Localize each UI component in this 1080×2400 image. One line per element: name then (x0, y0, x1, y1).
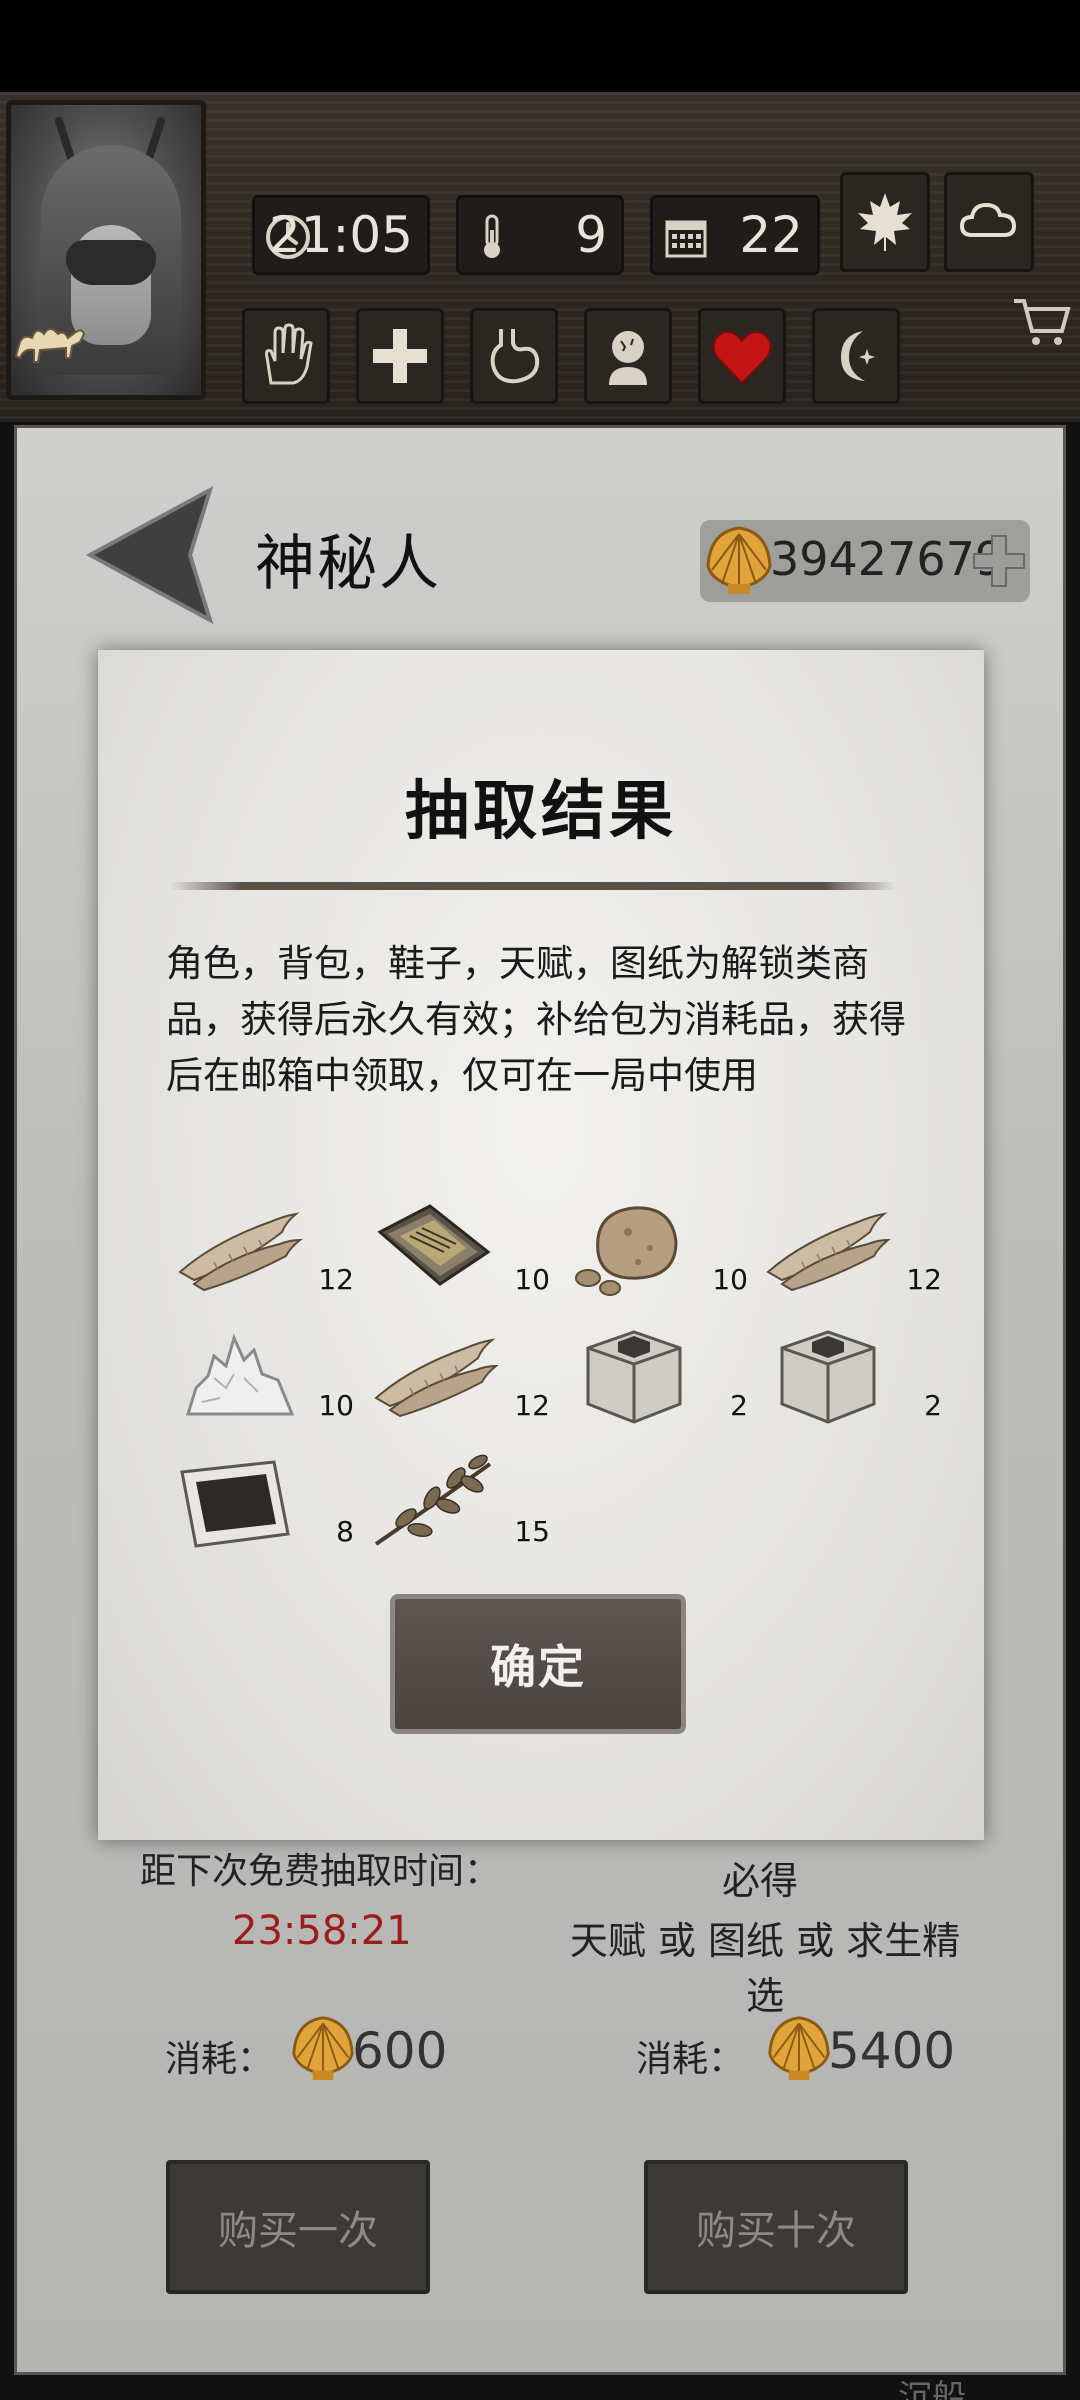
status-bar (0, 0, 1080, 92)
reward-count: 2 (730, 1389, 748, 1422)
dried-fish-icon (370, 1318, 500, 1428)
plus-cross-icon (373, 329, 427, 383)
title-divider (170, 882, 896, 890)
temperature-display: 9 (456, 195, 624, 275)
maple-leaf-icon (858, 193, 912, 251)
salt-crystal-icon (174, 1318, 304, 1428)
shell-currency-icon (290, 2008, 356, 2088)
cloud-icon (959, 202, 1017, 237)
reward-item: 10 (174, 1318, 354, 1428)
day-value: 22 (739, 206, 803, 264)
guarantee-label: 必得 (721, 1859, 798, 1903)
free-draw-label: 距下次免费抽取时间： (140, 1851, 501, 1892)
reward-count: 10 (318, 1389, 354, 1422)
reward-item: 10 (568, 1192, 748, 1302)
stomach-status-button[interactable] (470, 308, 558, 404)
buy-once-button[interactable]: 购买一次 (166, 2160, 430, 2294)
hand-status-button[interactable] (242, 308, 330, 404)
calendar-icon (661, 212, 711, 262)
shopping-cart-icon[interactable] (1010, 295, 1072, 349)
stomach-icon (490, 329, 540, 384)
stone-tablet-icon (370, 1192, 500, 1302)
day-display: 22 (650, 195, 820, 275)
page-title: 神秘人 (255, 529, 441, 599)
buy-ten-button[interactable]: 购买十次 (644, 2160, 908, 2294)
single-cost-label: 消耗： (165, 2039, 274, 2080)
shell-currency-icon (704, 522, 774, 598)
single-cost-value: 600 (352, 2022, 448, 2080)
reward-count: 10 (712, 1263, 748, 1296)
rock-ore-icon (568, 1192, 698, 1302)
free-draw-timer: 23:58:21 (232, 1908, 412, 1954)
reward-item: 10 (370, 1192, 550, 1302)
reward-count: 15 (514, 1515, 550, 1548)
thermometer-icon (467, 212, 517, 262)
reward-item: 12 (174, 1192, 354, 1302)
reward-item: 15 (370, 1444, 550, 1554)
reward-item: 8 (174, 1444, 354, 1554)
reward-count: 12 (318, 1263, 354, 1296)
moon-icon (841, 331, 875, 381)
draw-result-dialog: 抽取结果 角色，背包，鞋子，天赋，图纸为解锁类商品，获得后永久有效；补给包为消耗… (98, 650, 984, 1840)
reward-count: 12 (514, 1389, 550, 1422)
herb-branch-icon (370, 1444, 500, 1554)
supply-crate-icon (568, 1318, 698, 1428)
reward-count: 8 (336, 1515, 354, 1548)
health-status-button[interactable] (356, 308, 444, 404)
reward-item: 2 (762, 1318, 942, 1428)
charcoal-cloth-icon (174, 1444, 304, 1554)
mind-status-button[interactable] (584, 308, 672, 404)
ten-cost-label: 消耗： (636, 2039, 745, 2080)
shell-currency-icon (766, 2008, 832, 2088)
season-button[interactable] (840, 172, 930, 272)
dried-fish-icon (174, 1192, 304, 1302)
reward-count: 12 (906, 1263, 942, 1296)
reward-item: 12 (370, 1318, 550, 1428)
ten-cost-value: 5400 (828, 2022, 956, 2080)
reward-count: 10 (514, 1263, 550, 1296)
reward-count: 2 (924, 1389, 942, 1422)
guarantee-description: 天赋 或 图纸 或 求生精选 (569, 1919, 961, 2018)
reward-item: 2 (568, 1318, 748, 1428)
confirm-button[interactable]: 确定 (390, 1594, 686, 1734)
camel-icon (10, 312, 90, 372)
dialog-description: 角色，背包，鞋子，天赋，图纸为解锁类商品，获得后永久有效；补给包为消耗品，获得后… (166, 942, 906, 1097)
hand-icon (265, 323, 313, 385)
clock-display: 21:05 (252, 195, 430, 275)
clock-value: 21:05 (268, 206, 413, 264)
reward-item: 12 (762, 1192, 942, 1302)
supply-crate-icon (762, 1318, 892, 1428)
weather-button[interactable] (944, 172, 1034, 272)
heart-icon (712, 331, 772, 385)
temperature-value: 9 (575, 206, 607, 264)
dried-fish-icon (762, 1192, 892, 1302)
add-shells-button[interactable] (970, 530, 1028, 592)
head-pain-icon (609, 331, 647, 385)
dialog-title: 抽取结果 (405, 775, 677, 849)
sleep-status-button[interactable] (812, 308, 900, 404)
back-arrow-icon[interactable] (80, 480, 220, 630)
shell-balance: 39427679 (700, 520, 1030, 602)
heart-status-button[interactable] (698, 308, 786, 404)
footer-partial-text: 沉船 (898, 2378, 966, 2400)
